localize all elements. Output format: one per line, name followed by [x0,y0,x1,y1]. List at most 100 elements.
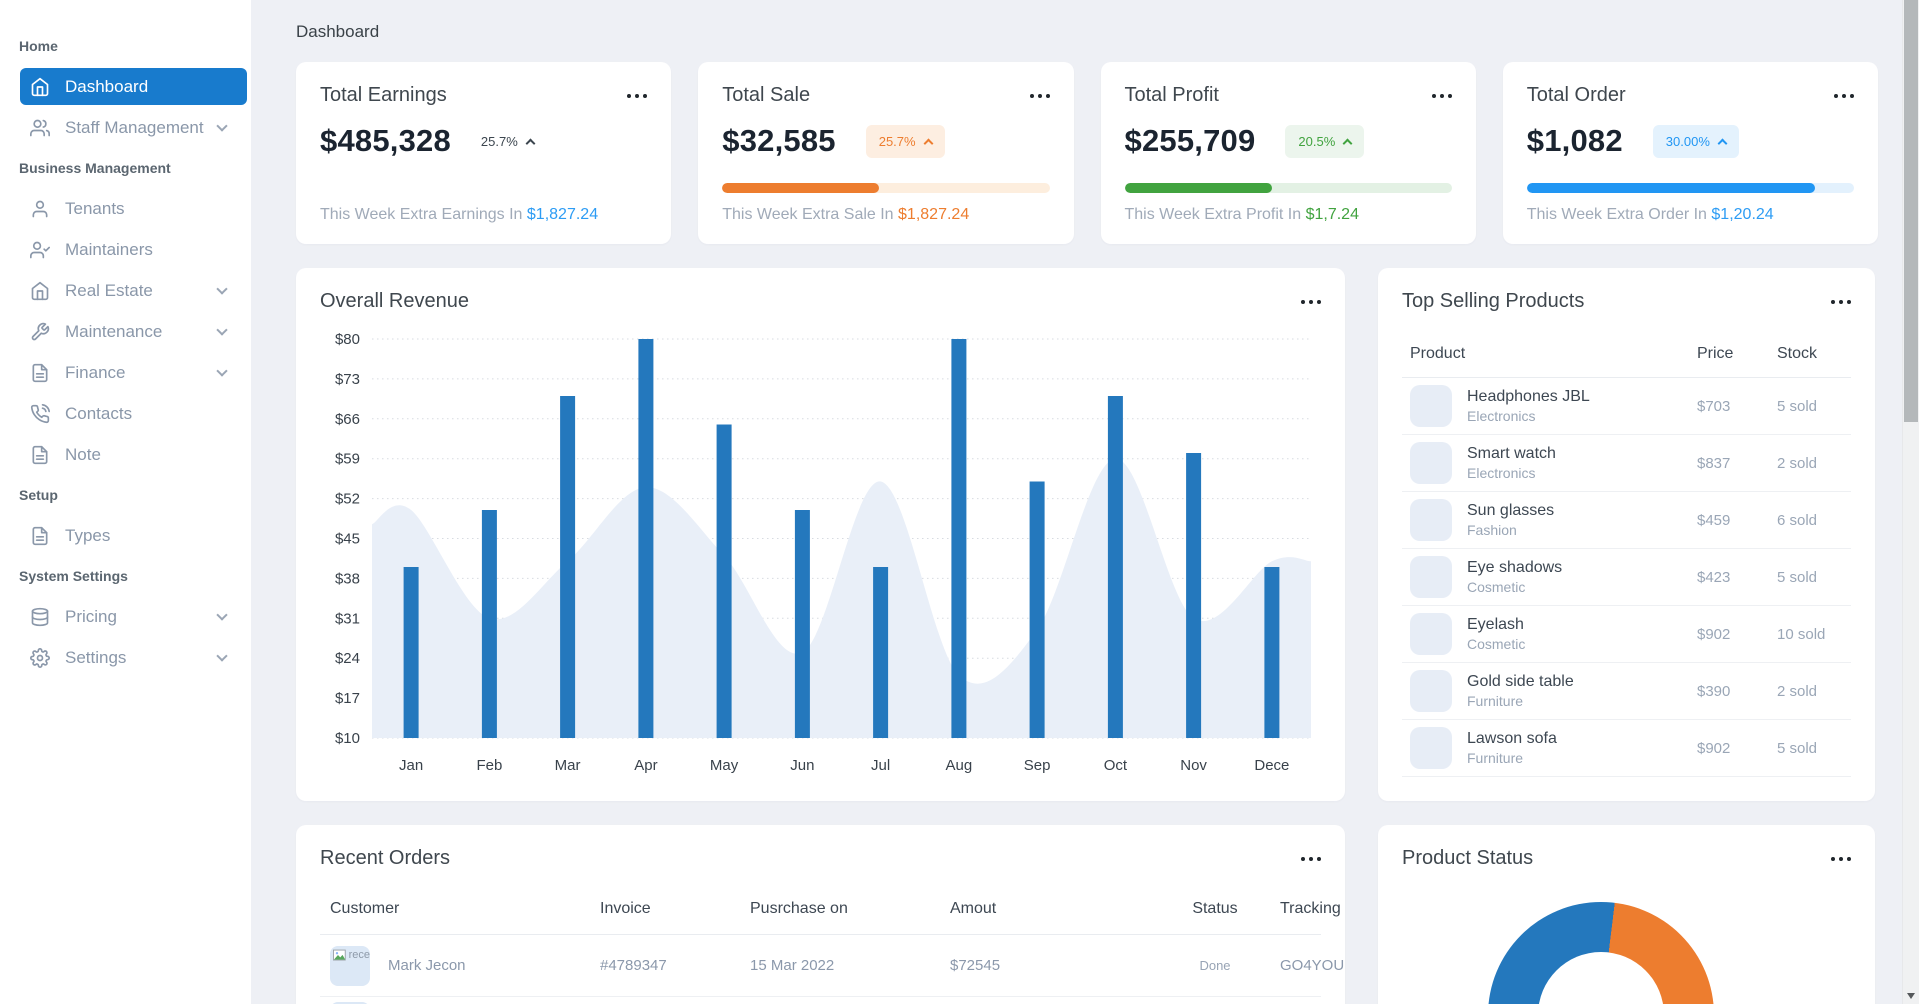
svg-text:$66: $66 [335,411,360,428]
product-thumbnail [1410,385,1452,427]
sidebar-item-label: Pricing [65,606,117,626]
sidebar-item-maintenance[interactable]: Maintenance [0,313,251,350]
percent-value: 20.5% [1298,133,1336,149]
sidebar-item-maintainers[interactable]: Maintainers [0,231,251,268]
stat-card-title: Total Order [1526,84,1626,106]
column-customer: Customer [330,900,400,917]
chevron-up-icon [1717,138,1728,148]
product-price: $703 [1697,397,1731,415]
percent-value: 25.7% [878,133,916,149]
stat-card-value: $485,328 [320,123,451,158]
product-stock: 5 sold [1777,739,1818,757]
product-row: Lawson sofa Furniture $902 5 sold [1402,720,1851,777]
sidebar-item-pricing[interactable]: Pricing [0,598,251,635]
svg-text:May: May [710,757,739,774]
product-category: Cosmetic [1467,579,1526,595]
footer-amount: $1,827.24 [526,206,599,223]
column-product: Product [1410,345,1466,362]
column-stock: Stock [1777,345,1818,362]
svg-text:Mar: Mar [555,757,581,774]
footer-amount: $1,827.24 [898,206,970,223]
column-invoice: Invoice [600,900,651,917]
product-stock: 2 sold [1777,682,1818,700]
percent-badge: 20.5% [1285,124,1365,158]
sidebar-item-finance[interactable]: Finance [0,354,251,391]
sidebar-item-types[interactable]: Types [0,517,251,554]
stat-card-value: $255,709 [1124,123,1256,158]
card-menu-button[interactable] [627,90,648,102]
home-icon [30,77,50,97]
svg-text:$17: $17 [335,690,360,707]
chevron-up-icon [525,138,536,148]
sidebar-item-label: Tenants [65,198,125,218]
svg-text:Feb: Feb [476,757,502,774]
svg-text:Apr: Apr [634,757,657,774]
order-tracking: GO4YOU [1280,957,1345,974]
progress-fill [1526,183,1815,193]
stat-card-value: $1,082 [1526,123,1623,158]
product-price: $902 [1697,739,1731,757]
stat-cards-row: Total Earnings $485,328 25.7% This Week Ext… [296,62,1878,244]
product-status-panel: Product Status [1378,825,1875,1004]
sidebar-item-label: Staff Management [65,117,204,137]
product-status-donut-chart [1488,902,1714,1004]
product-category: Furniture [1467,693,1524,709]
sidebar-item-label: Types [65,525,111,545]
sidebar-item-note[interactable]: Note [0,436,251,473]
sidebar-item-settings[interactable]: Settings [0,639,251,676]
sidebar-item-dashboard[interactable]: Dashboard [20,68,247,105]
broken-image-icon [333,949,346,960]
product-row: Eyelash Cosmetic $902 10 sold [1402,606,1851,663]
product-row: Eye shadows Cosmetic $423 5 sold [1402,549,1851,606]
order-customer-cell: rece Mark Jecon [330,945,600,986]
svg-text:Jan: Jan [399,757,423,774]
card-menu-button[interactable] [1029,90,1050,102]
broken-image-alt-text: rece [348,948,370,961]
product-category: Cosmetic [1467,636,1526,652]
chevron-down-icon [216,365,228,377]
order-thumbnail-broken-image: rece [330,945,370,986]
card-menu-button[interactable] [1431,90,1452,102]
stat-card-total-earnings: Total Earnings $485,328 25.7% This Week Ext… [296,62,672,244]
sidebar-nav: Home Dashboard Staff Management Business Ma… [0,0,251,676]
user-icon [30,199,50,219]
svg-text:$24: $24 [335,650,360,667]
revenue-chart: $10 $17 $24 $31 $38 $45 $52 $59 $66 $73 $80 Jan Feb M… [320,323,1321,783]
chevron-up-icon [923,138,934,148]
sidebar-item-contacts[interactable]: Contacts [0,395,251,432]
product-stock: 6 sold [1777,511,1818,529]
stat-card-title: Total Sale [722,84,811,106]
top-selling-title: Top Selling Products [1402,290,1585,312]
svg-text:Aug: Aug [946,757,973,774]
percent-badge: 30.00% [1652,124,1739,158]
progress-bar [1526,183,1854,193]
product-info: Headphones JBL Electronics [1467,388,1697,424]
sidebar-item-label: Real Estate [65,280,153,300]
progress-fill [722,183,880,193]
scrollbar-down-arrow-icon[interactable] [1907,993,1915,999]
product-name: Smart watch [1467,445,1556,462]
svg-text:Sep: Sep [1024,757,1051,774]
chevron-down-icon [216,609,228,621]
sidebar-item-tenants[interactable]: Tenants [0,190,251,227]
sidebar-item-staff-management[interactable]: Staff Management [0,109,251,146]
progress-fill [1124,183,1272,193]
product-thumbnail [1410,613,1452,655]
progress-bar [722,183,1050,193]
recent-orders-header: Customer Invoice Pusrchase on Amout Stat… [320,892,1341,935]
page-scrollbar[interactable] [1902,0,1919,1004]
sidebar-item-real-estate[interactable]: Real Estate [0,272,251,309]
order-status-badge: Done [1199,958,1231,973]
progress-bar [1124,183,1452,193]
overall-revenue-menu-button[interactable] [1301,296,1321,308]
card-menu-button[interactable] [1834,90,1854,102]
product-category: Fashion [1467,522,1517,538]
product-info: Smart watch Electronics [1467,445,1697,481]
recent-orders-menu-button[interactable] [1301,853,1321,865]
stat-card-footer: This Week Extra Sale In $1,827.24 [722,206,1049,224]
top-selling-menu-button[interactable] [1831,296,1851,308]
svg-text:Oct: Oct [1104,757,1128,774]
scrollbar-thumb[interactable] [1904,0,1918,422]
product-status-menu-button[interactable] [1831,853,1851,865]
stat-card-total-order: Total Order $1,082 30.00% This Week Extra O… [1502,62,1878,244]
